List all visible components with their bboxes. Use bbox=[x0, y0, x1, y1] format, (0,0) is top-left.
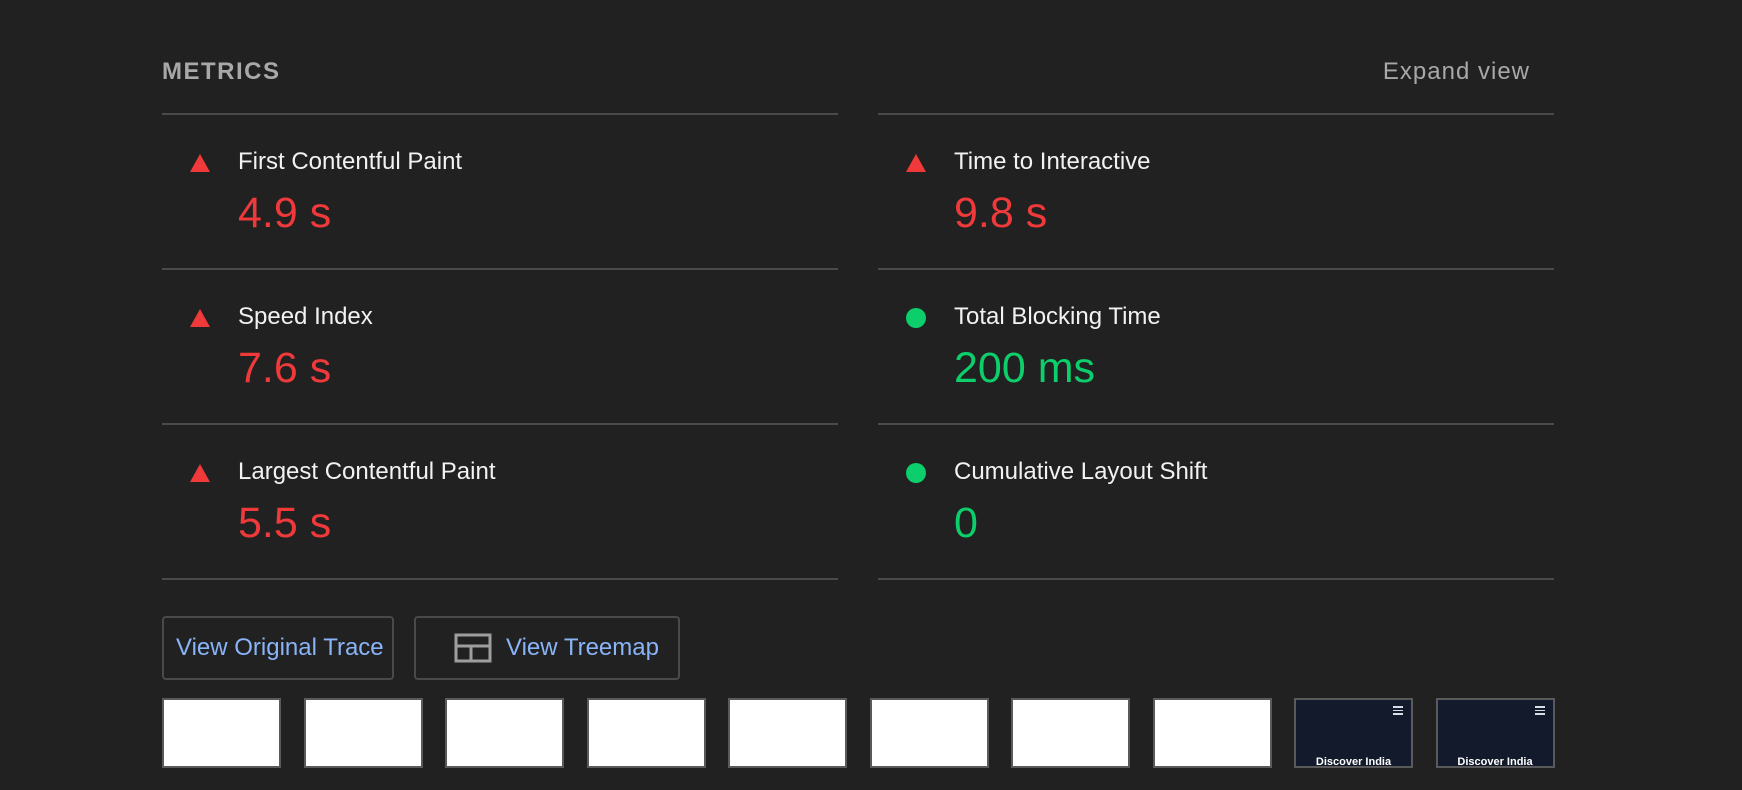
filmstrip-frame-text: Discover India bbox=[1315, 756, 1392, 768]
metric-label: Largest Contentful Paint bbox=[238, 458, 496, 485]
metric-label: First Contentful Paint bbox=[238, 148, 463, 175]
metric-value: 7.6 s bbox=[238, 344, 332, 392]
metric-label: Total Blocking Time bbox=[954, 303, 1161, 330]
metrics-column-right: Time to Interactive 9.8 s Total Blocking T… bbox=[878, 113, 1554, 580]
triangle-warning-icon bbox=[190, 154, 210, 172]
view-original-trace-label: View Original Trace bbox=[176, 634, 384, 661]
metrics-header: METRICS Expand view bbox=[162, 52, 1554, 88]
view-original-trace-button[interactable]: View Original Trace bbox=[162, 616, 394, 680]
view-treemap-label: View Treemap bbox=[506, 634, 659, 661]
circle-pass-icon bbox=[906, 463, 926, 483]
triangle-warning-icon bbox=[190, 309, 210, 327]
metric-first-contentful-paint: First Contentful Paint 4.9 s bbox=[162, 113, 838, 268]
metric-value: 4.9 s bbox=[238, 189, 332, 237]
metric-largest-contentful-paint: Largest Contentful Paint 5.5 s bbox=[162, 423, 838, 580]
treemap-icon bbox=[454, 633, 492, 663]
filmstrip-frame-text: Discover India bbox=[1457, 756, 1533, 768]
metric-value: 0 bbox=[954, 499, 978, 547]
circle-pass-icon bbox=[906, 308, 926, 328]
metric-value: 200 ms bbox=[954, 344, 1096, 392]
filmstrip-frame bbox=[162, 698, 281, 768]
filmstrip-frame bbox=[869, 698, 989, 768]
metric-total-blocking-time: Total Blocking Time 200 ms bbox=[878, 268, 1554, 423]
metric-speed-index: Speed Index 7.6 s bbox=[162, 268, 838, 423]
expand-view-toggle[interactable]: Expand view bbox=[1383, 58, 1530, 86]
filmstrip: Discover India Discover India bbox=[162, 698, 1555, 770]
filmstrip-frame: Discover India bbox=[1435, 698, 1555, 768]
metric-value: 5.5 s bbox=[238, 499, 332, 547]
filmstrip-frame bbox=[728, 698, 847, 768]
metric-label: Time to Interactive bbox=[954, 148, 1151, 175]
hamburger-menu-icon bbox=[1393, 706, 1403, 715]
filmstrip-frame bbox=[586, 698, 706, 768]
filmstrip-frame bbox=[1011, 698, 1130, 768]
view-treemap-button[interactable]: View Treemap bbox=[414, 616, 680, 680]
metrics-grid: First Contentful Paint 4.9 s Speed Index 7.… bbox=[162, 113, 1554, 582]
metric-time-to-interactive: Time to Interactive 9.8 s bbox=[878, 113, 1554, 268]
metric-label: Cumulative Layout Shift bbox=[954, 458, 1208, 485]
metric-value: 9.8 s bbox=[954, 189, 1048, 237]
filmstrip-frame bbox=[303, 698, 423, 768]
triangle-warning-icon bbox=[190, 464, 210, 482]
metric-label: Speed Index bbox=[238, 303, 373, 330]
metrics-column-left: First Contentful Paint 4.9 s Speed Index 7.… bbox=[162, 113, 838, 580]
metrics-title: METRICS bbox=[162, 58, 281, 85]
metric-cumulative-layout-shift: Cumulative Layout Shift 0 bbox=[878, 423, 1554, 580]
filmstrip-frame: Discover India bbox=[1294, 698, 1413, 768]
triangle-warning-icon bbox=[906, 154, 926, 172]
metrics-section: METRICS Expand view First Contentful Pai… bbox=[0, 0, 1742, 790]
filmstrip-frame bbox=[1152, 698, 1272, 768]
filmstrip-frame bbox=[445, 698, 564, 768]
hamburger-menu-icon bbox=[1534, 706, 1545, 715]
